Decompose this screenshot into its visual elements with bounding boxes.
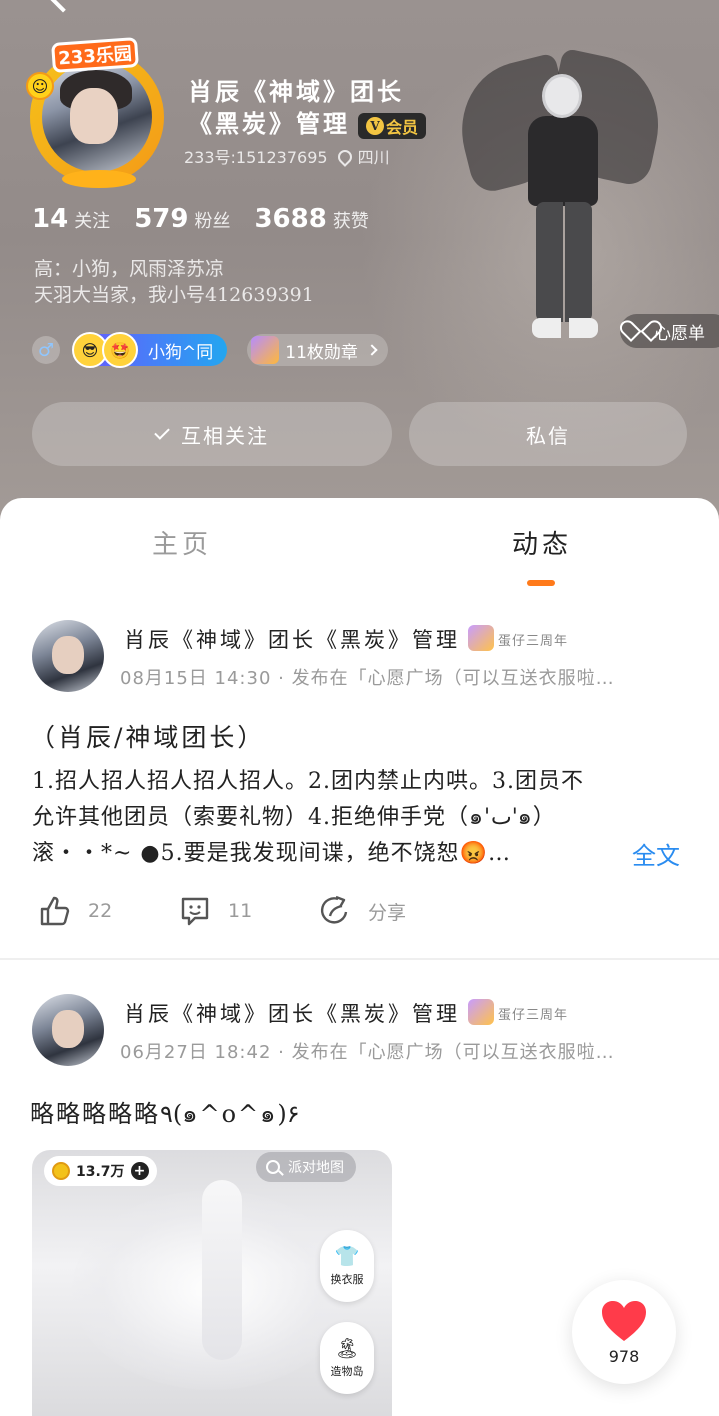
stat-likes[interactable]: 3688 获赞 (254, 204, 368, 234)
stat-value: 14 (32, 204, 69, 234)
search-icon (266, 1160, 280, 1174)
share-icon (320, 895, 348, 924)
stat-value: 579 (134, 204, 189, 234)
stat-followers[interactable]: 579 粉丝 (134, 204, 230, 234)
male-gender-icon: ♂ (32, 336, 60, 364)
mutual-follow-button[interactable]: 互相关注 (32, 402, 392, 466)
post-author[interactable]: 肖辰《神域》团长《黑炭》管理 蛋仔三周年 (124, 624, 568, 654)
post-meta[interactable]: 06月27日 18:42 · 发布在「心愿广场（可以互送衣服啦… (120, 1038, 615, 1064)
profile-name-line2-text: 《黑炭》管理 (188, 109, 350, 138)
best-friend-tag[interactable]: 😎 🤩 小狗^同 (72, 332, 228, 368)
island-icon: 🏝 (334, 1336, 360, 1360)
party-map-label: 派对地图 (288, 1160, 344, 1176)
location-pin-icon (334, 147, 355, 167)
tab-home[interactable]: 主页 (152, 524, 212, 561)
post-body: 1.招人招人招人招人招人。2.团内禁止内哄。3.团员不 允许其他团员（索要礼物）… (32, 764, 692, 872)
profile-name-line2: 《黑炭》管理 V 会员 (188, 104, 427, 139)
medal-count: 11枚勋章 (285, 342, 358, 363)
profile-avatar[interactable]: ☺ 233乐园 (22, 37, 172, 190)
profile-location: 四川 (357, 148, 390, 167)
comment-icon (181, 897, 209, 926)
post-author-name: 肖辰《神域》团长《黑炭》管理 (124, 628, 460, 652)
message-button[interactable]: 私信 (409, 402, 687, 466)
post-body-line: 1.招人招人招人招人招人。2.团内禁止内哄。3.团员不 (32, 769, 584, 794)
stat-label: 关注 (74, 211, 111, 232)
post-divider (0, 958, 719, 960)
profile-id: 233号:151237695 (184, 148, 328, 167)
medals-button[interactable]: 11枚勋章 (247, 334, 388, 366)
wardrobe-label: 换衣服 (330, 1273, 364, 1286)
vip-badge[interactable]: V 会员 (358, 112, 427, 139)
back-icon[interactable] (47, 0, 79, 13)
profile-tags: ♂ 😎 🤩 小狗^同 11枚勋章 (32, 332, 388, 368)
like-button[interactable]: 22 (38, 894, 112, 928)
tab-feed[interactable]: 动态 (512, 524, 572, 561)
like-count: 22 (88, 900, 113, 922)
share-label: 分享 (368, 901, 407, 924)
comment-button[interactable]: 11 (178, 894, 252, 928)
post-author-avatar[interactable] (32, 994, 104, 1066)
tab-active-indicator (527, 580, 555, 586)
floating-like-button[interactable]: 978 (572, 1280, 676, 1384)
shirt-icon: 👕 (334, 1244, 360, 1268)
avatar-photo (42, 62, 152, 172)
heart-outline-icon (628, 322, 648, 340)
anniversary-badge-icon (468, 999, 494, 1025)
post-badge-text: 蛋仔三周年 (498, 634, 569, 649)
post-title: 略略略略略٩(๑^o^๑)۶ (30, 1100, 300, 1128)
stat-label: 获赞 (332, 211, 369, 232)
avatar-flame-decoration (62, 170, 136, 188)
stat-label: 粉丝 (194, 211, 231, 232)
vip-label: 会员 (386, 117, 419, 137)
smiley-icon: ☺ (26, 72, 54, 100)
read-more-link[interactable]: 全文 (632, 836, 680, 871)
best-friend-name: 小狗^同 (148, 342, 214, 363)
chevron-right-icon (366, 344, 378, 356)
profile-stats: 14 关注 579 粉丝 3688 获赞 (32, 204, 369, 234)
plus-icon: + (130, 1162, 149, 1180)
wardrobe-button: 👕 换衣服 (320, 1230, 374, 1302)
stat-value: 3688 (254, 204, 327, 234)
wishlist-label: 心愿单 (654, 323, 705, 344)
brand-badge: 233乐园 (51, 37, 139, 73)
check-icon (154, 424, 170, 440)
profile-name-line1: 肖辰《神域》团长 (188, 77, 404, 106)
profile-bio: 高：小狗，风雨泽苏凉 天羽大当家，我小号412639391 (34, 258, 314, 306)
anniversary-badge-icon (468, 625, 494, 651)
post-meta[interactable]: 08月15日 14:30 · 发布在「心愿广场（可以互送衣服啦… (120, 664, 615, 690)
profile-id-line: 233号:151237695 四川 (184, 144, 390, 168)
profile-header: ☺ 233乐园 肖辰《神域》团长 《黑炭》管理 V 会员 233号:15123769… (0, 0, 719, 530)
message-label: 私信 (526, 423, 570, 448)
post-body-line: 滚・・*~ ●5.要是我发现间谍，绝不饶恕😡… (32, 841, 512, 866)
post-author-name: 肖辰《神域》团长《黑炭》管理 (124, 1002, 460, 1026)
post-body-line: 允许其他团员（索要礼物）4.拒绝伸手党（๑'ٮ'๑） (32, 805, 556, 830)
medal-icon (251, 336, 280, 364)
thumbs-up-icon (40, 896, 70, 926)
comment-count: 11 (228, 900, 253, 922)
wishlist-button[interactable]: 心愿单 (620, 314, 719, 348)
stat-following[interactable]: 14 关注 (32, 204, 110, 234)
post-author[interactable]: 肖辰《神域》团长《黑炭》管理 蛋仔三周年 (124, 998, 568, 1028)
party-map-search: 派对地图 (256, 1152, 356, 1182)
creation-island-label: 造物岛 (330, 1365, 364, 1378)
post-actions: 22 11 分享 (0, 894, 719, 934)
floating-like-count: 978 (608, 1346, 640, 1366)
creation-island-button: 🏝 造物岛 (320, 1322, 374, 1394)
share-button[interactable]: 分享 (318, 894, 406, 928)
star-eyes-emoji-icon: 🤩 (102, 332, 138, 368)
coin-amount: 13.7万 (76, 1164, 125, 1180)
post-image[interactable]: 13.7万 + 派对地图 👕 换衣服 🏝 造物岛 (32, 1150, 392, 1416)
heart-icon (602, 1300, 646, 1341)
post-title: （肖辰/神域团长） (30, 723, 266, 752)
character-avatar-figure[interactable] (447, 47, 672, 352)
post-badge-text: 蛋仔三周年 (498, 1008, 569, 1023)
mutual-follow-label: 互相关注 (181, 423, 269, 448)
vip-icon: V (366, 116, 384, 135)
post-author-avatar[interactable] (32, 620, 104, 692)
coin-balance: 13.7万 + (44, 1156, 157, 1186)
coin-icon (52, 1162, 70, 1180)
image-character (202, 1180, 242, 1360)
